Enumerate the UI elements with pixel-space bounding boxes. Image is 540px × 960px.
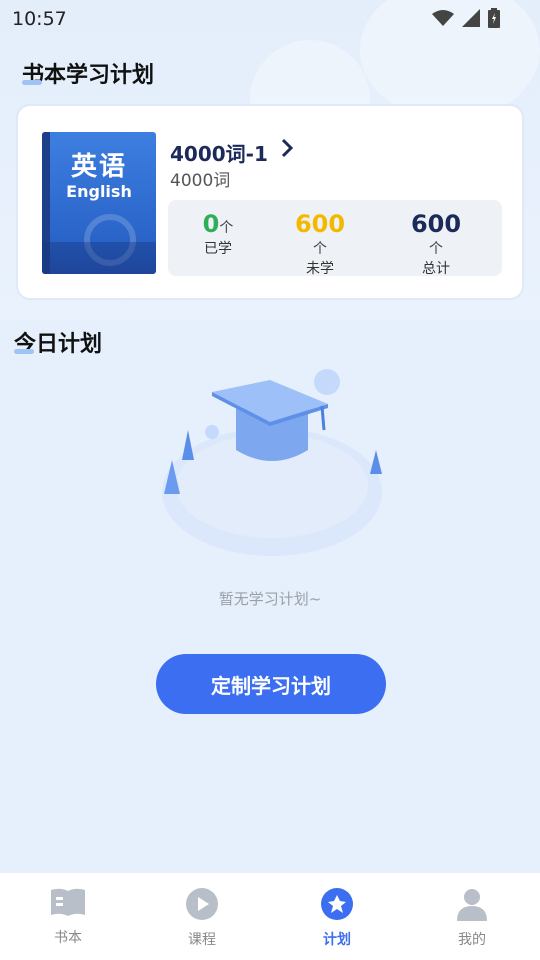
status-bar: 10:57 xyxy=(0,0,540,36)
status-time: 10:57 xyxy=(12,8,67,30)
section-title-book-plan: 书本学习计划 xyxy=(22,63,155,88)
cover-title-cn: 英语 xyxy=(70,152,127,182)
tab-course[interactable]: 课程 xyxy=(162,887,242,949)
cellular-signal-icon xyxy=(462,9,480,31)
cover-title-en: English xyxy=(66,182,132,201)
book-icon xyxy=(50,888,86,923)
tab-book-label: 书本 xyxy=(54,930,82,946)
cover-band xyxy=(42,242,156,274)
plan-icon xyxy=(320,888,354,925)
stat-learned-label: 已学 xyxy=(204,241,232,257)
tab-course-label: 课程 xyxy=(188,932,216,948)
stat-learned-value: 0 xyxy=(202,210,220,238)
book-cover[interactable]: 英语 English xyxy=(42,132,156,274)
empty-plan-text: 暂无学习计划~ xyxy=(218,590,322,608)
stat-unlearned-label: 未学 xyxy=(306,261,334,277)
stat-total-value: 600 xyxy=(410,210,462,238)
chevron-right-icon[interactable] xyxy=(280,138,294,163)
tab-mine[interactable]: 我的 xyxy=(432,887,512,949)
book-name[interactable]: 4000词-1 xyxy=(170,138,268,167)
tab-mine-label: 我的 xyxy=(458,932,486,948)
book-card[interactable]: 英语 English 4000词-1 4000词 0个 已学 600个 未学 6… xyxy=(16,104,524,300)
stat-learned: 0个 已学 xyxy=(198,210,238,258)
bottom-tab-bar: 书本 课程 计划 我的 xyxy=(0,873,540,960)
customize-plan-button[interactable]: 定制学习计划 xyxy=(156,654,386,714)
empty-plan-illustration xyxy=(150,360,400,570)
play-icon xyxy=(185,888,219,925)
title-underline xyxy=(14,349,34,354)
title-underline xyxy=(22,80,42,85)
wifi-icon xyxy=(432,9,454,31)
stat-unlearned: 600 个 未学 xyxy=(288,210,352,278)
stat-unlearned-value: 600 xyxy=(294,210,346,238)
tab-book[interactable]: 书本 xyxy=(28,887,108,947)
stat-total: 600 个 总计 xyxy=(404,210,468,278)
stat-learned-unit: 个 xyxy=(219,220,234,236)
book-stats: 0个 已学 600个 未学 600个 总计 xyxy=(168,200,502,278)
stat-unlearned-unit: 个 xyxy=(313,241,327,257)
battery-icon xyxy=(488,8,500,32)
tab-plan-label: 计划 xyxy=(323,932,351,948)
stat-total-unit: 个 xyxy=(429,241,443,257)
book-subtitle: 4000词 xyxy=(170,171,231,191)
user-icon xyxy=(455,889,489,925)
stat-total-label: 总计 xyxy=(422,261,450,277)
tab-plan[interactable]: 计划 xyxy=(297,887,377,949)
